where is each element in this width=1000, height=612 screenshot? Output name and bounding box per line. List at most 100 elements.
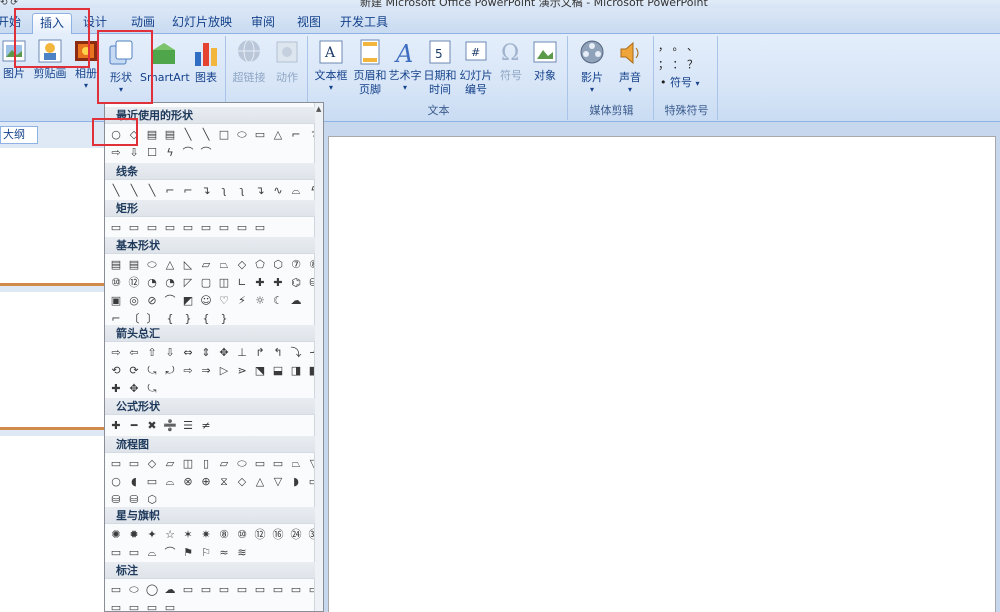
special-symbol-button[interactable]: • 符号 ▾ [660,76,714,91]
shape-item[interactable]: ▭ [162,220,178,235]
shape-item[interactable]: ʅ [216,183,232,198]
shape-item[interactable]: ⌓ [288,183,304,198]
shape-item[interactable]: ≋ [234,545,250,560]
special-symbols-row-1[interactable]: ， 。 、 [658,40,716,54]
shape-item[interactable]: ⚡ [234,293,250,308]
shape-item[interactable]: ⟳ [126,363,142,378]
shape-item[interactable]: ⇔ [180,345,196,360]
shape-item[interactable]: ◔ [162,275,178,290]
shape-item[interactable]: ⇩ [126,145,142,160]
shape-item[interactable]: ☁ [162,582,178,597]
shape-item[interactable]: ◇ [234,257,250,272]
shape-item[interactable]: ⑫ [252,527,268,542]
shape-item[interactable]: ✚ [108,418,124,433]
shape-item[interactable]: ⇩ [162,345,178,360]
slide-canvas[interactable] [328,136,996,612]
shape-item[interactable]: ▭ [162,600,178,612]
shape-item[interactable]: ━ [126,418,142,433]
shape-item[interactable]: ⌒ [162,293,178,308]
sound-button[interactable]: 声音 ▾ [612,38,648,95]
shape-item[interactable]: ☺ [198,293,214,308]
shape-item[interactable]: ▭ [144,220,160,235]
shape-item[interactable]: ▭ [234,220,250,235]
shape-item[interactable]: ◇ [234,474,250,489]
shape-item[interactable]: ✦ [144,527,160,542]
shape-item[interactable]: ϟ [306,183,314,198]
shape-item[interactable]: ◔ [144,275,160,290]
shape-item[interactable]: ⇨ [108,145,124,160]
shape-item[interactable]: ○ [108,127,124,142]
shape-item[interactable]: ⛁ [306,275,314,290]
shape-item[interactable]: ╲ [198,127,214,142]
shape-item[interactable]: □ [216,127,232,142]
shape-item[interactable]: ▭ [144,600,160,612]
shape-item[interactable]: ⇧ [144,345,160,360]
shapes-button[interactable]: 形状 ▾ [104,38,138,95]
shape-item[interactable]: ╲ [126,183,142,198]
object-button[interactable]: 对象 [528,38,562,83]
shape-item[interactable]: ▭ [180,582,196,597]
shape-item[interactable]: ▭ [234,582,250,597]
shape-item[interactable]: ↴ [306,127,314,142]
header-footer-button[interactable]: 页眉和 页脚 [352,38,388,97]
shape-item[interactable]: ✚ [252,275,268,290]
shape-item[interactable]: ◗ [288,474,304,489]
shape-item[interactable]: ⋗ [234,363,250,378]
shape-item[interactable]: ◺ [180,257,196,272]
shape-item[interactable]: ◖ [126,474,142,489]
shape-item[interactable]: ▭ [306,474,314,489]
shape-item[interactable]: ▭ [252,456,268,471]
shape-item[interactable]: ◸ [180,275,196,290]
shape-item[interactable]: ⚐ [198,545,214,560]
shape-item[interactable]: ▱ [162,456,178,471]
shape-item[interactable]: △ [162,257,178,272]
shape-item[interactable]: ⤵ [288,345,304,360]
date-time-button[interactable]: 5 日期和 时间 [422,38,458,97]
shape-item[interactable]: ✷ [198,527,214,542]
shape-item[interactable]: ▣ [108,293,124,308]
shape-item[interactable]: ╲ [180,127,196,142]
shape-item[interactable]: ◇ [144,456,160,471]
picture-button[interactable]: 图片 [0,38,28,81]
shape-item[interactable]: ✖ [144,418,160,433]
shape-item[interactable]: ▢ [198,275,214,290]
shape-item[interactable]: ▭ [216,582,232,597]
shape-item[interactable]: ☆ [162,527,178,542]
shape-item[interactable]: { [162,311,178,326]
shape-item[interactable]: ✺ [108,527,124,542]
tab-slideshow[interactable]: 幻灯片放映 [170,13,234,34]
shape-item[interactable]: ▭ [198,220,214,235]
tab-developer[interactable]: 开发工具 [336,13,392,34]
shape-item[interactable]: ⬭ [126,582,142,597]
shape-item[interactable]: ▷ [216,363,232,378]
shape-item[interactable]: ⑩ [108,275,124,290]
shape-item[interactable]: ▭ [252,127,268,142]
shape-item[interactable]: ⇒ [198,363,214,378]
shape-item[interactable]: ↰ [270,345,286,360]
shape-item[interactable]: ▭ [108,220,124,235]
shape-item[interactable]: ▯ [198,456,214,471]
shape-item[interactable]: ⏢ [216,257,232,272]
shape-item[interactable]: ▭ [288,582,304,597]
shape-item[interactable]: ⌒ [162,545,178,560]
shape-item[interactable]: ☰ [180,418,196,433]
special-symbols-row-2[interactable]: ； ： ？ [658,58,716,72]
shape-item[interactable]: ▭ [126,545,142,560]
shape-item[interactable]: ✚ [108,381,124,396]
shape-item[interactable]: ▤ [162,127,178,142]
shape-item[interactable]: ✥ [126,381,142,396]
shape-item[interactable]: ▤ [126,257,142,272]
shape-item[interactable]: ⑧ [306,257,314,272]
shape-item[interactable]: ⌐ [162,183,178,198]
tab-insert[interactable]: 插入 [32,13,72,34]
shape-item[interactable]: ϟ [162,145,178,160]
shape-item[interactable]: ▭ [270,582,286,597]
shape-item[interactable]: ⑫ [126,275,142,290]
shape-item[interactable]: ⊕ [198,474,214,489]
hyperlink-button[interactable]: 超链接 [230,38,268,85]
shape-item[interactable]: ♡ [216,293,232,308]
shape-item[interactable]: ⬏ [306,345,314,360]
shape-item[interactable]: ⑧ [216,527,232,542]
shape-item[interactable]: ▭ [252,220,268,235]
shape-item[interactable]: ↴ [198,183,214,198]
